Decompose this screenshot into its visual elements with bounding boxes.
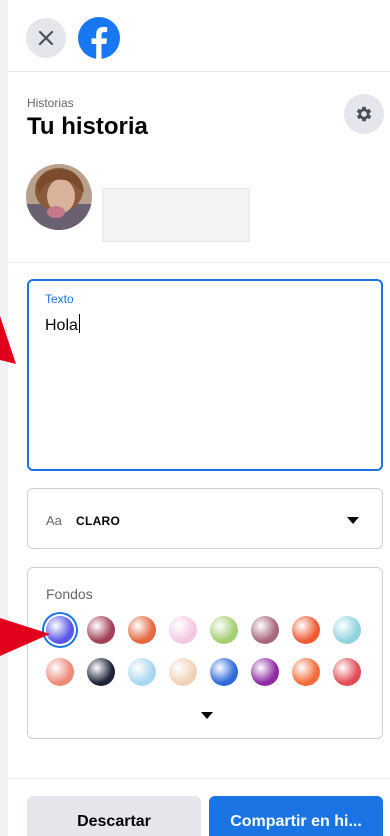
close-button[interactable]: [26, 18, 66, 58]
section-subtitle: Historias: [27, 96, 74, 110]
text-field-content: Hola: [45, 317, 78, 334]
text-caret: [78, 314, 80, 333]
font-style-select[interactable]: Aa CLARO: [27, 488, 383, 549]
background-swatch-pink-pastel[interactable]: [169, 616, 197, 644]
story-text-input[interactable]: Texto Hola: [27, 279, 383, 471]
facebook-logo-icon[interactable]: [78, 17, 120, 59]
background-swatch-purple-magenta[interactable]: [251, 658, 279, 686]
background-swatch-mauve[interactable]: [251, 616, 279, 644]
background-swatch-teal-feather[interactable]: [333, 616, 361, 644]
text-field-label: Texto: [45, 292, 74, 306]
font-prefix: Aa: [46, 513, 62, 528]
backgrounds-panel: Fondos: [27, 567, 383, 739]
annotation-arrow-text: [0, 316, 16, 364]
page-title: Tu historia: [27, 113, 148, 140]
background-swatch-maroon-purple[interactable]: [87, 616, 115, 644]
share-story-button[interactable]: Compartir en hi...: [209, 796, 383, 836]
background-swatch-dark-navy[interactable]: [87, 658, 115, 686]
gear-icon: [356, 106, 372, 122]
discard-button[interactable]: Descartar: [27, 796, 201, 836]
top-bar: [8, 0, 390, 72]
name-placeholder-box: [102, 188, 250, 242]
background-swatch-light-blue-pattern[interactable]: [128, 658, 156, 686]
text-field-value[interactable]: Hola: [45, 314, 80, 335]
font-selected-value: CLARO: [76, 514, 121, 528]
footer-divider: [8, 778, 390, 779]
background-swatch-orange-red[interactable]: [128, 616, 156, 644]
section-divider: [8, 262, 390, 263]
close-icon: [38, 30, 54, 46]
background-swatch-yellow-teal[interactable]: [210, 616, 238, 644]
background-swatch-blue[interactable]: [210, 658, 238, 686]
settings-button[interactable]: [344, 94, 384, 134]
story-creation-panel: Historias Tu historia Texto Hola Aa CLAR…: [8, 0, 390, 836]
annotation-arrow-swatch: [0, 618, 50, 656]
backgrounds-label: Fondos: [46, 586, 93, 602]
background-swatch-heart-red[interactable]: [46, 658, 74, 686]
background-swatch-music-red[interactable]: [292, 616, 320, 644]
background-swatch-beige[interactable]: [169, 658, 197, 686]
show-more-backgrounds-icon[interactable]: [201, 712, 213, 719]
avatar: [26, 164, 92, 230]
background-swatch-orange-yellow[interactable]: [292, 658, 320, 686]
background-swatch-red[interactable]: [333, 658, 361, 686]
dropdown-arrow-icon: [347, 517, 359, 524]
